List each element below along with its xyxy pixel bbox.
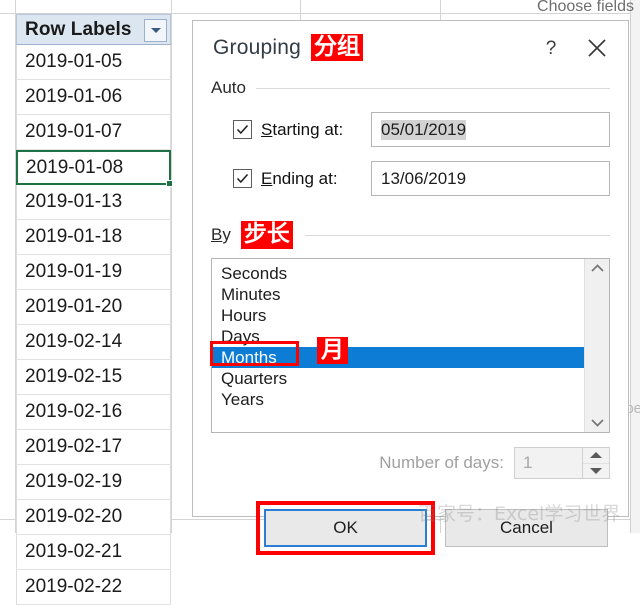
ending-at-input[interactable]: 13/06/2019 (371, 161, 610, 196)
ending-at-value: 13/06/2019 (381, 168, 467, 188)
date-cell-value: 2019-02-22 (25, 576, 123, 597)
auto-legend: Auto (211, 78, 246, 97)
date-cell-value: 2019-01-20 (25, 296, 123, 317)
date-cell-value: 2019-01-13 (25, 191, 123, 212)
close-icon[interactable] (574, 26, 620, 70)
spinner-up-icon[interactable] (583, 448, 609, 464)
date-cell[interactable]: 2019-02-15 (16, 360, 171, 395)
divider (255, 87, 610, 89)
date-cell[interactable]: 2019-02-19 (16, 465, 171, 500)
row-labels-column: Row Labels 2019-01-05 2019-01-06 2019-01-0… (16, 14, 173, 605)
date-cell[interactable]: 2019-02-17 (16, 430, 171, 465)
date-cell-value: 2019-02-15 (25, 366, 123, 387)
by-option[interactable]: Seconds (212, 263, 584, 284)
by-listbox[interactable]: Seconds Minutes Hours Days Months Quarters Yea… (210, 258, 610, 433)
watermark: 百家号：Excel学习世界 (418, 503, 621, 525)
by-annotation-badge: 步长 (240, 221, 293, 249)
pivot-pane-title: Choose fields (537, 0, 634, 15)
by-option[interactable]: Hours (212, 305, 584, 326)
starting-at-input[interactable]: 05/01/2019 (371, 112, 610, 147)
date-cell[interactable]: 2019-01-06 (16, 80, 171, 115)
date-cell[interactable]: 2019-02-20 (16, 500, 171, 535)
listbox-scrollbar[interactable] (584, 259, 609, 432)
starting-at-label: Starting at: (261, 119, 344, 139)
date-cell-value: 2019-01-08 (26, 156, 124, 178)
ok-button[interactable]: OK (264, 509, 427, 547)
date-cell-value: 2019-02-16 (25, 401, 123, 422)
ending-at-row: Ending at: 13/06/2019 (211, 161, 610, 196)
date-cell-value: 2019-01-05 (25, 51, 123, 72)
date-cell[interactable]: 2019-02-22 (16, 570, 171, 605)
auto-group-header: Auto (211, 78, 610, 98)
starting-at-row: Starting at: 05/01/2019 (211, 112, 610, 147)
by-option[interactable]: Minutes (212, 284, 584, 305)
date-cell[interactable]: 2019-02-21 (16, 535, 171, 570)
title-annotation-badge: 分组 (311, 33, 363, 62)
question-mark-icon[interactable]: ? (528, 26, 574, 70)
number-of-days-value[interactable]: 1 (514, 447, 582, 479)
dialog-title-bar: Grouping 分组 ? (193, 21, 628, 74)
grouping-dialog: Grouping 分组 ? Auto Starting at: 05/01/20… (192, 20, 629, 555)
starting-at-value: 05/01/2019 (381, 119, 467, 140)
date-cell-value: 2019-02-21 (25, 541, 123, 562)
date-cell[interactable]: 2019-01-05 (16, 45, 171, 80)
date-cell-value: 2019-01-18 (25, 226, 123, 247)
date-cell[interactable]: 2019-01-13 (16, 185, 171, 220)
date-cell-value: 2019-01-06 (25, 86, 123, 107)
by-option[interactable]: Quarters (212, 368, 584, 389)
chevron-down-icon[interactable] (144, 19, 167, 42)
row-labels-header-label: Row Labels (25, 18, 132, 40)
date-cell[interactable]: 2019-02-16 (16, 395, 171, 430)
date-cell[interactable]: 2019-01-08 (16, 150, 173, 187)
ending-at-checkbox[interactable] (233, 169, 252, 188)
number-of-days-row: Number of days: 1 (211, 447, 610, 479)
number-of-days-label: Number of days: (379, 453, 504, 472)
svg-text:?: ? (546, 38, 557, 59)
date-cell[interactable]: 2019-01-18 (16, 220, 171, 255)
by-option[interactable]: Days (212, 326, 584, 347)
months-annotation-badge: 月 (317, 337, 348, 365)
by-group-header: By 步长 (211, 218, 610, 252)
dialog-title: Grouping (213, 35, 301, 59)
date-cell-list: 2019-01-05 2019-01-06 2019-01-07 2019-01-08… (16, 45, 173, 605)
ending-at-label: Ending at: (261, 168, 338, 188)
task-pane-edge (630, 0, 640, 533)
starting-at-checkbox[interactable] (233, 120, 252, 139)
chevron-up-icon[interactable] (590, 263, 605, 274)
number-of-days-stepper[interactable]: 1 (514, 447, 610, 479)
by-label: By (211, 225, 231, 244)
date-cell-value: 2019-01-19 (25, 261, 123, 282)
date-cell[interactable]: 2019-01-07 (16, 115, 171, 150)
date-cell-value: 2019-02-17 (25, 436, 123, 457)
date-cell-value: 2019-01-07 (25, 121, 123, 142)
spinner-down-icon[interactable] (583, 464, 609, 479)
fill-handle[interactable] (166, 180, 173, 187)
date-cell[interactable]: 2019-02-14 (16, 325, 171, 360)
date-cell[interactable]: 2019-01-20 (16, 290, 171, 325)
date-cell[interactable]: 2019-01-19 (16, 255, 171, 290)
row-labels-header[interactable]: Row Labels (16, 14, 171, 45)
date-cell-value: 2019-02-14 (25, 331, 123, 352)
date-cell-value: 2019-02-19 (25, 471, 123, 492)
by-option[interactable]: Years (212, 389, 584, 410)
divider (304, 234, 610, 236)
grid-line (171, 0, 172, 533)
by-option-list: Seconds Minutes Hours Days Months Quarters Yea… (212, 259, 584, 432)
date-cell-value: 2019-02-20 (25, 506, 123, 527)
chevron-down-icon[interactable] (590, 417, 605, 428)
by-option[interactable]: Months (212, 347, 584, 368)
